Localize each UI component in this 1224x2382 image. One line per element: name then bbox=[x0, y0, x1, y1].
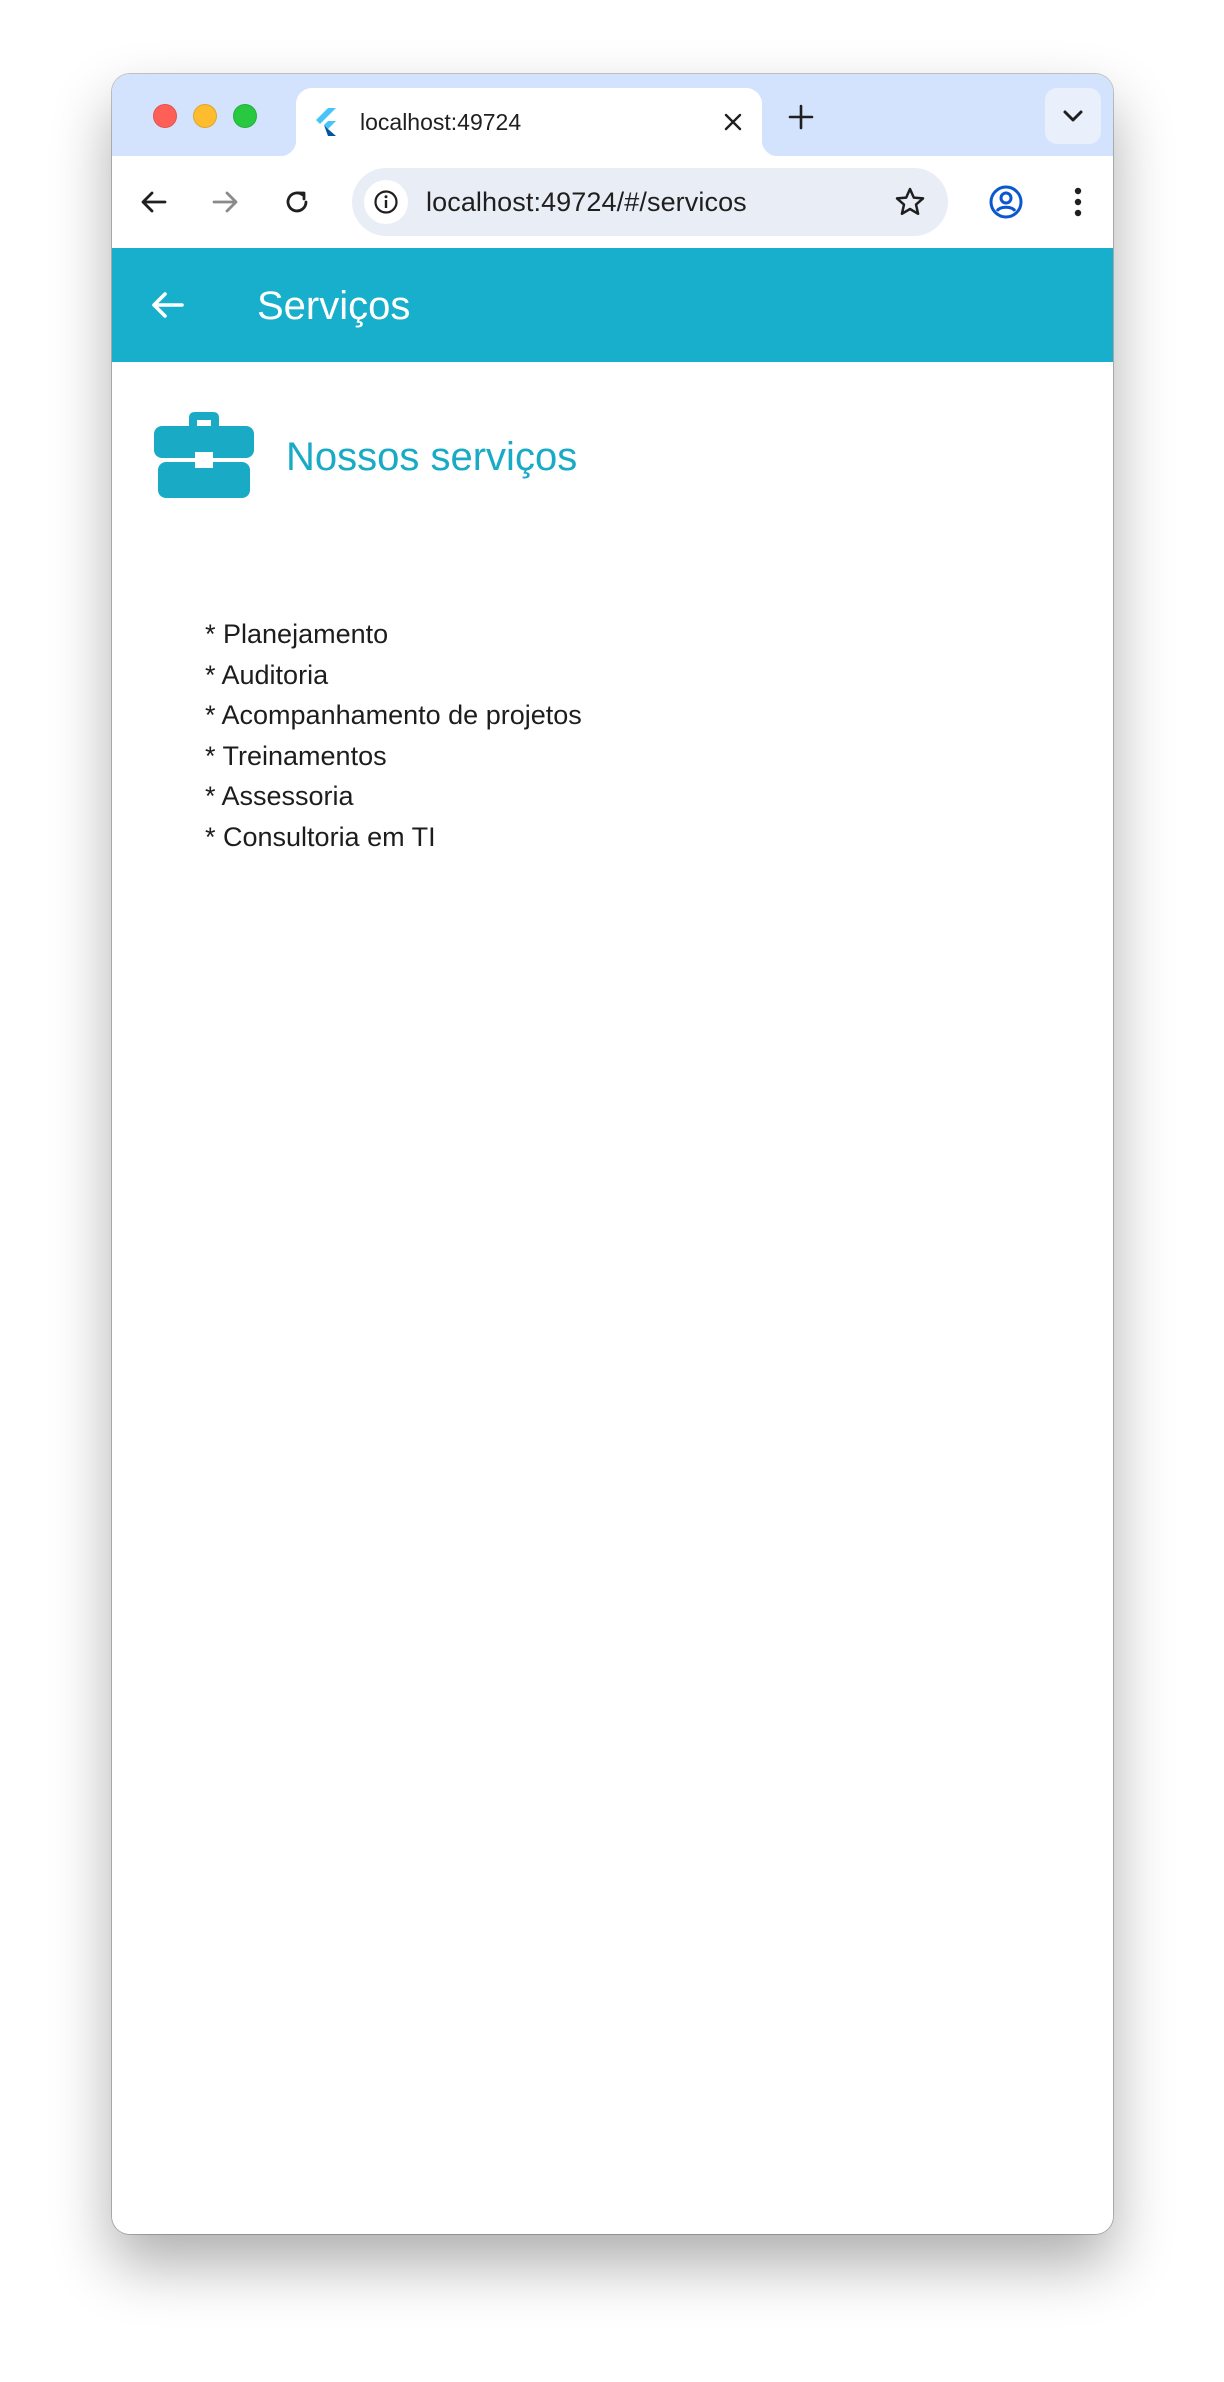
list-item: * Auditoria bbox=[205, 659, 329, 690]
info-icon[interactable] bbox=[364, 180, 408, 224]
arrow-right-icon[interactable] bbox=[205, 182, 245, 222]
list-item: * Planejamento bbox=[205, 619, 389, 649]
maximize-window-button[interactable] bbox=[233, 104, 257, 128]
arrow-left-icon[interactable] bbox=[144, 282, 190, 328]
browser-toolbar: localhost:49724/#/servicos bbox=[112, 156, 1113, 248]
address-bar[interactable]: localhost:49724/#/servicos bbox=[352, 168, 948, 236]
app-bar: Serviços bbox=[112, 248, 1113, 362]
chevron-down-icon[interactable] bbox=[1045, 88, 1101, 144]
tab-title: localhost:49724 bbox=[360, 109, 522, 135]
reload-icon[interactable] bbox=[277, 182, 317, 222]
browser-window: localhost:49724 localhost:49724/#/servic… bbox=[112, 74, 1113, 2234]
list-item: * Consultoria em TI bbox=[205, 821, 436, 852]
page-title: Serviços bbox=[257, 284, 411, 328]
page-content: Nossos serviços * Planejamento * Auditor… bbox=[112, 362, 1113, 2234]
url-text[interactable]: localhost:49724/#/servicos bbox=[426, 186, 747, 218]
plus-icon[interactable] bbox=[784, 100, 818, 134]
list-item: * Treinamentos bbox=[205, 740, 387, 771]
briefcase-icon bbox=[154, 412, 254, 498]
arrow-left-icon[interactable] bbox=[134, 182, 174, 222]
star-icon[interactable] bbox=[890, 182, 930, 222]
close-window-button[interactable] bbox=[153, 104, 177, 128]
services-list: * Planejamento * Auditoria * Acompanhame… bbox=[205, 614, 582, 857]
section-title: Nossos serviços bbox=[286, 435, 578, 479]
more-vertical-icon[interactable] bbox=[1058, 182, 1098, 222]
close-icon[interactable] bbox=[718, 107, 748, 137]
profile-icon[interactable] bbox=[986, 182, 1026, 222]
tab-strip: localhost:49724 bbox=[112, 74, 1113, 156]
flutter-icon bbox=[316, 108, 336, 136]
list-item: * Assessoria bbox=[205, 781, 354, 811]
minimize-window-button[interactable] bbox=[193, 104, 217, 128]
browser-tab[interactable]: localhost:49724 bbox=[280, 88, 778, 156]
list-item: * Acompanhamento de projetos bbox=[205, 700, 582, 730]
